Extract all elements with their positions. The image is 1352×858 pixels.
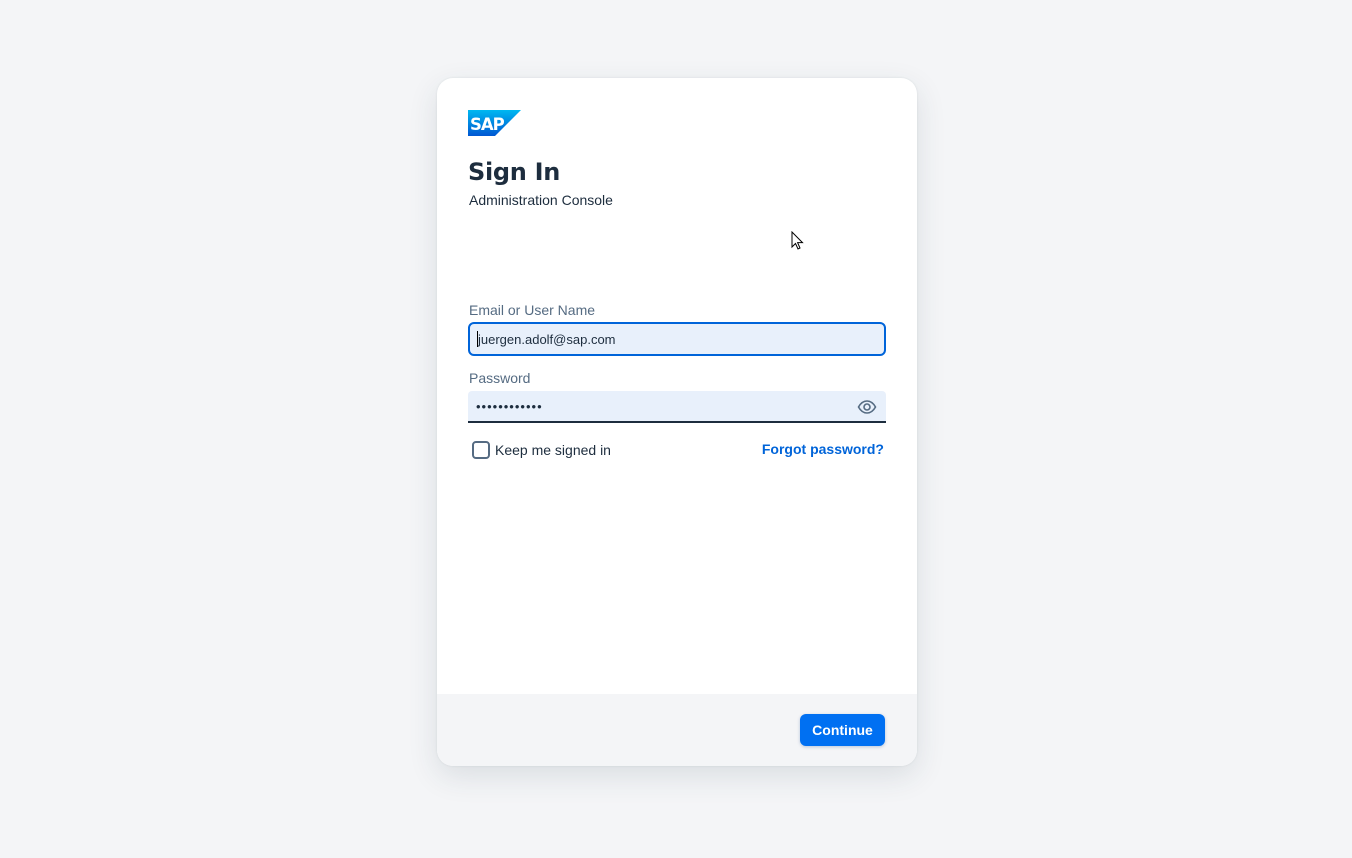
page-subtitle: Administration Console: [469, 192, 613, 208]
text-caret: [477, 331, 478, 347]
continue-button[interactable]: Continue: [800, 714, 885, 746]
eye-icon[interactable]: [857, 398, 877, 416]
keep-signed-in-checkbox[interactable]: [472, 441, 490, 459]
sign-in-card: SAP Sign In Administration Console Email…: [437, 78, 917, 766]
keep-signed-in[interactable]: Keep me signed in: [472, 441, 611, 459]
forgot-password-link[interactable]: Forgot password?: [762, 441, 884, 457]
email-field[interactable]: [468, 322, 886, 356]
keep-signed-in-label: Keep me signed in: [495, 442, 611, 458]
sap-logo-icon: SAP: [468, 110, 521, 136]
page-title: Sign In: [468, 158, 561, 186]
sap-logo: SAP: [468, 110, 521, 136]
sign-in-form: SAP Sign In Administration Console Email…: [437, 78, 917, 694]
card-footer: Continue: [437, 694, 917, 766]
svg-text:SAP: SAP: [470, 115, 505, 134]
password-field[interactable]: [468, 391, 886, 423]
email-label: Email or User Name: [469, 302, 596, 318]
password-label: Password: [469, 370, 531, 386]
